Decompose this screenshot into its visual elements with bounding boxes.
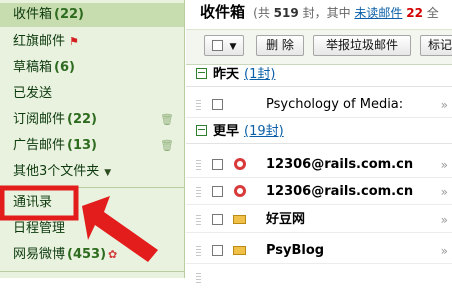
sidebar-item-label: 网易微博 [13, 247, 66, 262]
double-chevron-right-icon[interactable]: » [441, 153, 448, 177]
sidebar-item-label: 日程管理 [13, 221, 66, 236]
collapse-icon[interactable] [196, 125, 207, 136]
sidebar-item-more-folders[interactable]: 其他3个文件夹 ▼ [0, 160, 184, 184]
sidebar-item-label: 已发送 [13, 86, 53, 101]
sidebar-item-flagged[interactable]: 红旗邮件 ⚑ [0, 30, 184, 54]
row-checkbox[interactable] [212, 186, 223, 197]
sender-name: PsyBlog [266, 243, 325, 258]
sidebar-item-calendar[interactable]: 日程管理 [0, 217, 184, 241]
double-chevron-right-icon[interactable]: » [441, 93, 448, 117]
sidebar-item-label: 红旗邮件 [13, 34, 66, 49]
row-checkbox[interactable] [212, 245, 223, 256]
sidebar-item-contacts[interactable]: 通讯录 [0, 191, 184, 215]
chevron-down-icon: ▼ [104, 168, 112, 178]
sidebar-item-drafts[interactable]: 草稿箱 (6) [0, 56, 184, 80]
table-row[interactable]: 好豆网 » [186, 208, 452, 233]
group-count-link[interactable]: (1封) [244, 67, 275, 82]
trash-icon[interactable]: 🗑 [160, 134, 174, 158]
medal-icon: ✿ [108, 248, 118, 261]
sidebar-item-subscriptions[interactable]: 订阅邮件 (22) 🗑 [0, 108, 184, 132]
sidebar-item-label: 其他3个文件夹 [13, 164, 100, 179]
inbox-summary: (共 519 封，其中 未读邮件 22 全 [253, 6, 439, 20]
folder-sidebar: 收件箱 (22) 红旗邮件 ⚑ 草稿箱 (6) 已发送 订阅邮件 (22) 🗑 广告邮件… [0, 0, 185, 278]
draft-count: (6) [54, 60, 75, 75]
unread-count: (453) [67, 247, 107, 262]
row-checkbox[interactable] [212, 99, 223, 110]
sidebar-item-ads[interactable]: 广告邮件 (13) 🗑 [0, 134, 184, 158]
report-spam-button[interactable]: 举报垃圾邮件 [313, 35, 411, 56]
page-title: 收件箱 [200, 3, 246, 21]
unread-count: (22) [67, 112, 97, 127]
group-header-yesterday[interactable]: 昨天 (1封) [186, 64, 452, 87]
select-all-dropdown[interactable]: ▼ [204, 35, 244, 56]
table-row[interactable] [186, 266, 452, 290]
sidebar-item-label: 订阅邮件 [13, 112, 66, 127]
table-row[interactable]: Psychology of Media: » [186, 93, 452, 118]
sender-name: 12306@rails.com.cn [266, 184, 414, 199]
double-chevron-right-icon[interactable]: » [441, 208, 448, 232]
collapse-icon[interactable] [196, 68, 207, 79]
unread-link[interactable]: 未读邮件 [354, 6, 402, 20]
sidebar-item-label: 通讯录 [13, 195, 53, 210]
drag-handle-icon[interactable] [196, 273, 201, 283]
group-count-link[interactable]: (19封) [244, 124, 284, 139]
sender-name: Psychology of Media: [266, 97, 404, 112]
sidebar-item-weibo[interactable]: 网易微博 (453) ✿ [0, 243, 184, 267]
group-header-earlier[interactable]: 更早 (19封) [186, 121, 452, 144]
message-list-panel: 收件箱 (共 519 封，其中 未读邮件 22 全 ▼ 删 除 举报垃圾邮件 标… [186, 0, 452, 283]
drag-handle-icon[interactable] [196, 100, 201, 110]
sender-name: 12306@rails.com.cn [266, 157, 414, 172]
table-row[interactable]: 12306@rails.com.cn » [186, 180, 452, 205]
select-all-checkbox[interactable] [211, 40, 223, 51]
table-row[interactable]: PsyBlog » [186, 239, 452, 264]
unread-total: 22 [406, 6, 423, 20]
read-receipt-icon [234, 185, 246, 197]
divider [0, 271, 184, 272]
row-checkbox[interactable] [212, 214, 223, 225]
table-row[interactable]: 12306@rails.com.cn » [186, 153, 452, 178]
sidebar-item-inbox[interactable]: 收件箱 (22) [0, 3, 184, 27]
sidebar-item-label: 收件箱 [13, 7, 53, 22]
drag-handle-icon[interactable] [196, 246, 201, 256]
divider [0, 187, 184, 188]
row-checkbox[interactable] [212, 159, 223, 170]
chevron-down-icon: ▼ [229, 42, 237, 52]
delete-button[interactable]: 删 除 [256, 35, 304, 56]
double-chevron-right-icon[interactable]: » [441, 239, 448, 263]
sidebar-item-label: 广告邮件 [13, 138, 66, 153]
mark-button[interactable]: 标记 [420, 35, 452, 56]
toolbar: ▼ 删 除 举报垃圾邮件 标记 [186, 29, 452, 65]
drag-handle-icon[interactable] [196, 215, 201, 225]
inbox-header: 收件箱 (共 519 封，其中 未读邮件 22 全 [186, 0, 452, 27]
sidebar-item-label: 草稿箱 [13, 60, 53, 75]
read-receipt-icon [234, 158, 246, 170]
envelope-icon [233, 246, 246, 255]
total-count: 519 [273, 6, 299, 20]
red-flag-icon: ⚑ [69, 35, 79, 48]
envelope-icon [233, 215, 246, 224]
sidebar-item-sent[interactable]: 已发送 [0, 82, 184, 106]
sender-name: 好豆网 [266, 212, 306, 227]
unread-count: (13) [67, 138, 97, 153]
double-chevron-right-icon[interactable]: » [441, 180, 448, 204]
drag-handle-icon[interactable] [196, 160, 201, 170]
trash-icon[interactable]: 🗑 [160, 108, 174, 132]
drag-handle-icon[interactable] [196, 187, 201, 197]
unread-count: (22) [54, 7, 84, 22]
